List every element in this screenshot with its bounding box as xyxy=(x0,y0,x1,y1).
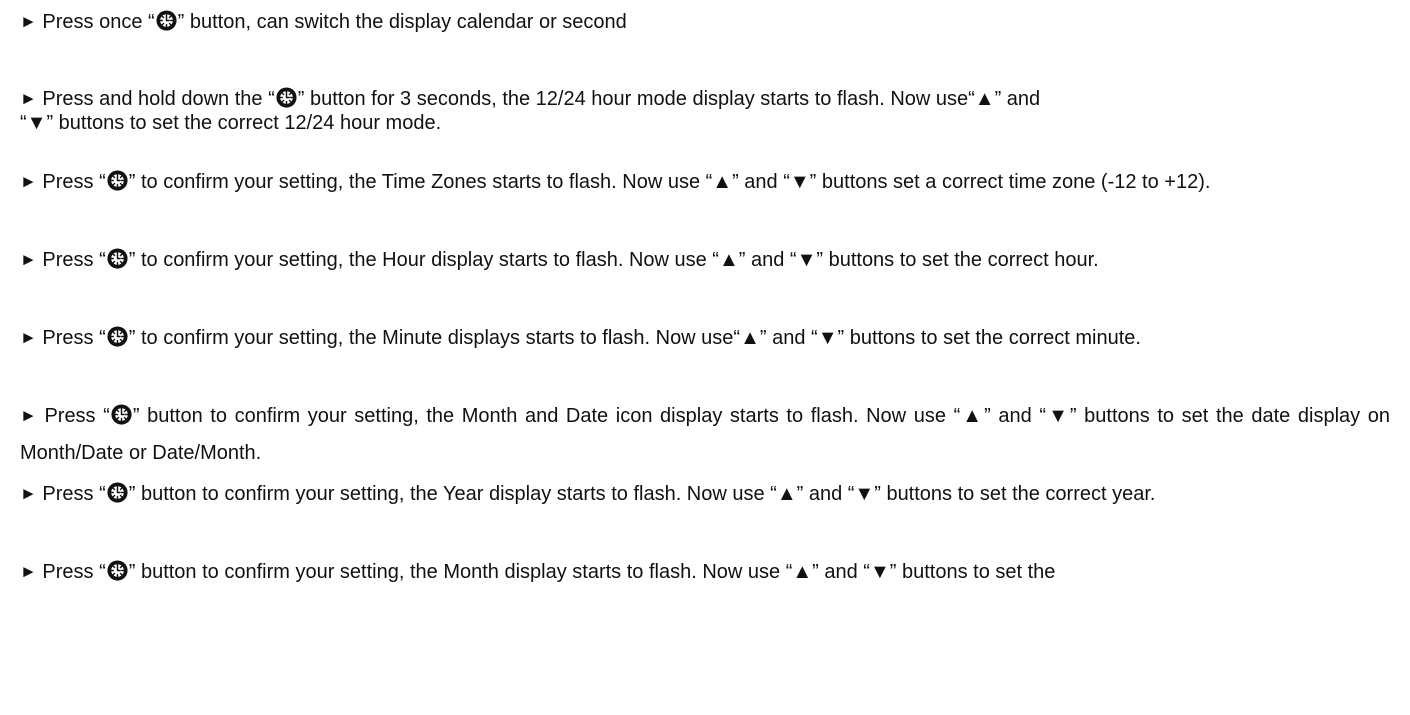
instruction-item-5: ► Press “ ” to confirm your setting, the … xyxy=(20,319,1390,357)
instruction-text: ” button to confirm your setting, the Mo… xyxy=(128,561,1056,583)
instruction-text: ” button to confirm your setting, the Ye… xyxy=(128,483,1156,505)
bullet-arrow-icon: ► xyxy=(20,172,37,191)
instruction-text: Press “ xyxy=(42,483,106,505)
clock-button-icon xyxy=(107,170,128,191)
instruction-item-3: ► Press “ ” to confirm your setting, the … xyxy=(20,163,1390,201)
instruction-text: Press once “ xyxy=(42,11,155,33)
instruction-text: ” button to confirm your setting, the Mo… xyxy=(20,405,1390,464)
instruction-item-6: ► Press “” button to confirm your settin… xyxy=(20,397,1390,472)
clock-button-icon xyxy=(107,248,128,269)
clock-button-icon xyxy=(107,560,128,581)
instruction-text: Press “ xyxy=(42,249,106,271)
instruction-text: Press “ xyxy=(42,561,106,583)
instruction-text: Press “ xyxy=(42,327,106,349)
instruction-text: Press “ xyxy=(44,405,110,427)
instruction-text: Press “ xyxy=(42,171,106,193)
clock-button-icon xyxy=(107,482,128,503)
bullet-arrow-icon: ► xyxy=(20,250,37,269)
clock-button-icon xyxy=(276,87,297,108)
bullet-arrow-icon: ► xyxy=(20,406,37,425)
instruction-text: Press and hold down the “ xyxy=(42,88,275,110)
instruction-item-7: ► Press “ ” button to confirm your settin… xyxy=(20,475,1390,513)
instruction-item-2: ► Press and hold down the “ ” button for … xyxy=(20,87,1390,135)
bullet-arrow-icon: ► xyxy=(20,484,37,503)
instruction-text: ” button for 3 seconds, the 12/24 hour m… xyxy=(297,88,1041,110)
instruction-text: ” button, can switch the display calenda… xyxy=(177,11,627,33)
instruction-item-8: ► Press “ ” button to confirm your settin… xyxy=(20,553,1390,591)
instruction-text: ” to confirm your setting, the Time Zone… xyxy=(128,171,1211,193)
instruction-text: ” to confirm your setting, the Minute di… xyxy=(128,327,1141,349)
bullet-arrow-icon: ► xyxy=(20,12,37,31)
bullet-arrow-icon: ► xyxy=(20,562,37,581)
clock-button-icon xyxy=(156,10,177,31)
instruction-text: ” to confirm your setting, the Hour disp… xyxy=(128,249,1099,271)
instruction-text: “▼” buttons to set the correct 12/24 hou… xyxy=(20,112,442,134)
bullet-arrow-icon: ► xyxy=(20,328,37,347)
bullet-arrow-icon: ► xyxy=(20,89,37,108)
instruction-item-4: ► Press “ ” to confirm your setting, the … xyxy=(20,241,1390,279)
clock-button-icon xyxy=(107,326,128,347)
clock-button-icon xyxy=(111,404,132,425)
instruction-item-1: ► Press once “ ” button, can switch the d… xyxy=(20,3,1390,41)
